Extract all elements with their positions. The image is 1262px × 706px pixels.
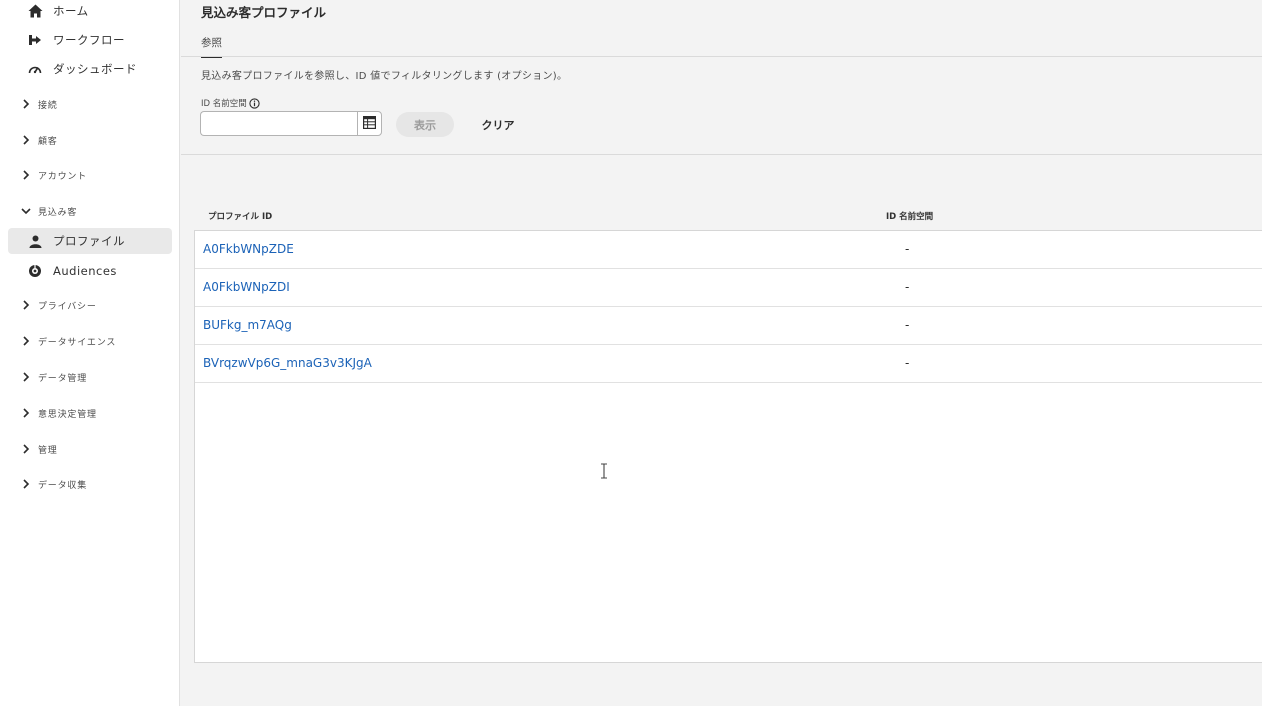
sidebar-group-label: 管理 bbox=[38, 445, 58, 456]
chevron-right-icon bbox=[20, 99, 32, 109]
sidebar-item-profile[interactable]: プロファイル bbox=[8, 228, 172, 254]
home-icon bbox=[27, 3, 43, 19]
chevron-right-icon bbox=[20, 300, 32, 310]
sidebar-group-label: 意思決定管理 bbox=[38, 409, 97, 420]
chevron-down-icon bbox=[20, 207, 32, 215]
chevron-right-icon bbox=[20, 372, 32, 382]
namespace-picker-button[interactable] bbox=[357, 111, 382, 136]
namespace-cell: - bbox=[905, 280, 910, 294]
profile-id-link[interactable]: BVrqzwVp6G_mnaG3v3KJgA bbox=[203, 356, 372, 370]
chevron-right-icon bbox=[20, 170, 32, 180]
column-header-profile-id[interactable]: プロファイル ID bbox=[208, 210, 272, 222]
sidebar-item-label: プロファイル bbox=[53, 234, 125, 248]
sidebar-item-label: ダッシュボード bbox=[53, 62, 137, 76]
id-namespace-input[interactable] bbox=[200, 111, 357, 136]
sidebar-item-label: ホーム bbox=[53, 4, 89, 18]
sidebar-group-label: プライバシー bbox=[38, 301, 97, 312]
sidebar-item-label: ワークフロー bbox=[53, 33, 125, 47]
dashboard-icon bbox=[27, 61, 43, 77]
sidebar-group-data-collection[interactable]: データ収集 bbox=[8, 471, 172, 497]
profile-id-link[interactable]: A0FkbWNpZDE bbox=[203, 242, 294, 256]
profile-table: A0FkbWNpZDE - A0FkbWNpZDI - BUFkg_m7AQg … bbox=[194, 230, 1262, 663]
sidebar-group-label: 見込み客 bbox=[38, 207, 78, 218]
sidebar-group-data-science[interactable]: データサイエンス bbox=[8, 328, 172, 354]
column-header-id-namespace[interactable]: ID 名前空間 bbox=[886, 210, 933, 222]
namespace-cell: - bbox=[905, 318, 910, 332]
profile-id-link[interactable]: BUFkg_m7AQg bbox=[203, 318, 292, 332]
sidebar-group-privacy[interactable]: プライバシー bbox=[8, 292, 172, 318]
sidebar-group-label: 顧客 bbox=[38, 136, 58, 147]
profile-id-link[interactable]: A0FkbWNpZDI bbox=[203, 280, 290, 294]
table-row[interactable]: BVrqzwVp6G_mnaG3v3KJgA - bbox=[195, 345, 1262, 383]
namespace-cell: - bbox=[905, 242, 910, 256]
sidebar-group-decisioning[interactable]: 意思決定管理 bbox=[8, 400, 172, 426]
sidebar-group-label: データサイエンス bbox=[38, 337, 117, 348]
page-description: 見込み客プロファイルを参照し、ID 値でフィルタリングします (オプション)。 bbox=[201, 71, 568, 82]
sidebar-item-workflow[interactable]: ワークフロー bbox=[8, 27, 172, 53]
field-label-text: ID 名前空間 bbox=[201, 99, 247, 109]
chevron-right-icon bbox=[20, 336, 32, 346]
chevron-right-icon bbox=[20, 135, 32, 145]
audiences-icon bbox=[27, 263, 43, 279]
sidebar-group-label: データ収集 bbox=[38, 480, 88, 491]
sidebar-item-audiences[interactable]: Audiences bbox=[8, 258, 172, 284]
sidebar-group-label: 接続 bbox=[38, 100, 58, 111]
sidebar-item-label: Audiences bbox=[53, 264, 117, 278]
sidebar-group-label: データ管理 bbox=[38, 373, 88, 384]
chevron-right-icon bbox=[20, 479, 32, 489]
table-row[interactable]: BUFkg_m7AQg - bbox=[195, 307, 1262, 345]
chevron-right-icon bbox=[20, 408, 32, 418]
sidebar-group-label: アカウント bbox=[38, 171, 88, 182]
tab-divider bbox=[181, 56, 1262, 57]
page-title: 見込み客プロファイル bbox=[201, 5, 327, 20]
table-picker-icon bbox=[363, 114, 377, 133]
sidebar-group-administration[interactable]: 管理 bbox=[8, 436, 172, 462]
table-row[interactable]: A0FkbWNpZDE - bbox=[195, 231, 1262, 269]
tab-browse[interactable]: 参照 bbox=[201, 35, 222, 58]
sidebar-group-connections[interactable]: 接続 bbox=[8, 91, 172, 117]
sidebar-group-prospects[interactable]: 見込み客 bbox=[8, 198, 172, 224]
sidebar: ホーム ワークフロー ダッシュボード 接続 顧客 アカウント 見込み客 プロファ… bbox=[0, 0, 180, 706]
namespace-cell: - bbox=[905, 356, 910, 370]
user-icon bbox=[27, 233, 43, 249]
table-header: プロファイル ID ID 名前空間 bbox=[195, 206, 1262, 230]
workflow-icon bbox=[27, 32, 43, 48]
sidebar-group-customers[interactable]: 顧客 bbox=[8, 127, 172, 153]
id-namespace-label: ID 名前空間 bbox=[201, 97, 260, 109]
info-icon[interactable] bbox=[249, 97, 260, 109]
table-row[interactable]: A0FkbWNpZDI - bbox=[195, 269, 1262, 307]
sidebar-item-home[interactable]: ホーム bbox=[8, 0, 172, 24]
chevron-right-icon bbox=[20, 444, 32, 454]
sidebar-item-dashboard[interactable]: ダッシュボード bbox=[8, 56, 172, 82]
sidebar-group-data-management[interactable]: データ管理 bbox=[8, 364, 172, 390]
sidebar-group-accounts[interactable]: アカウント bbox=[8, 162, 172, 188]
show-button[interactable]: 表示 bbox=[396, 112, 454, 137]
filter-divider bbox=[181, 154, 1262, 155]
clear-button[interactable]: クリア bbox=[470, 112, 526, 137]
text-cursor-icon bbox=[600, 463, 608, 482]
